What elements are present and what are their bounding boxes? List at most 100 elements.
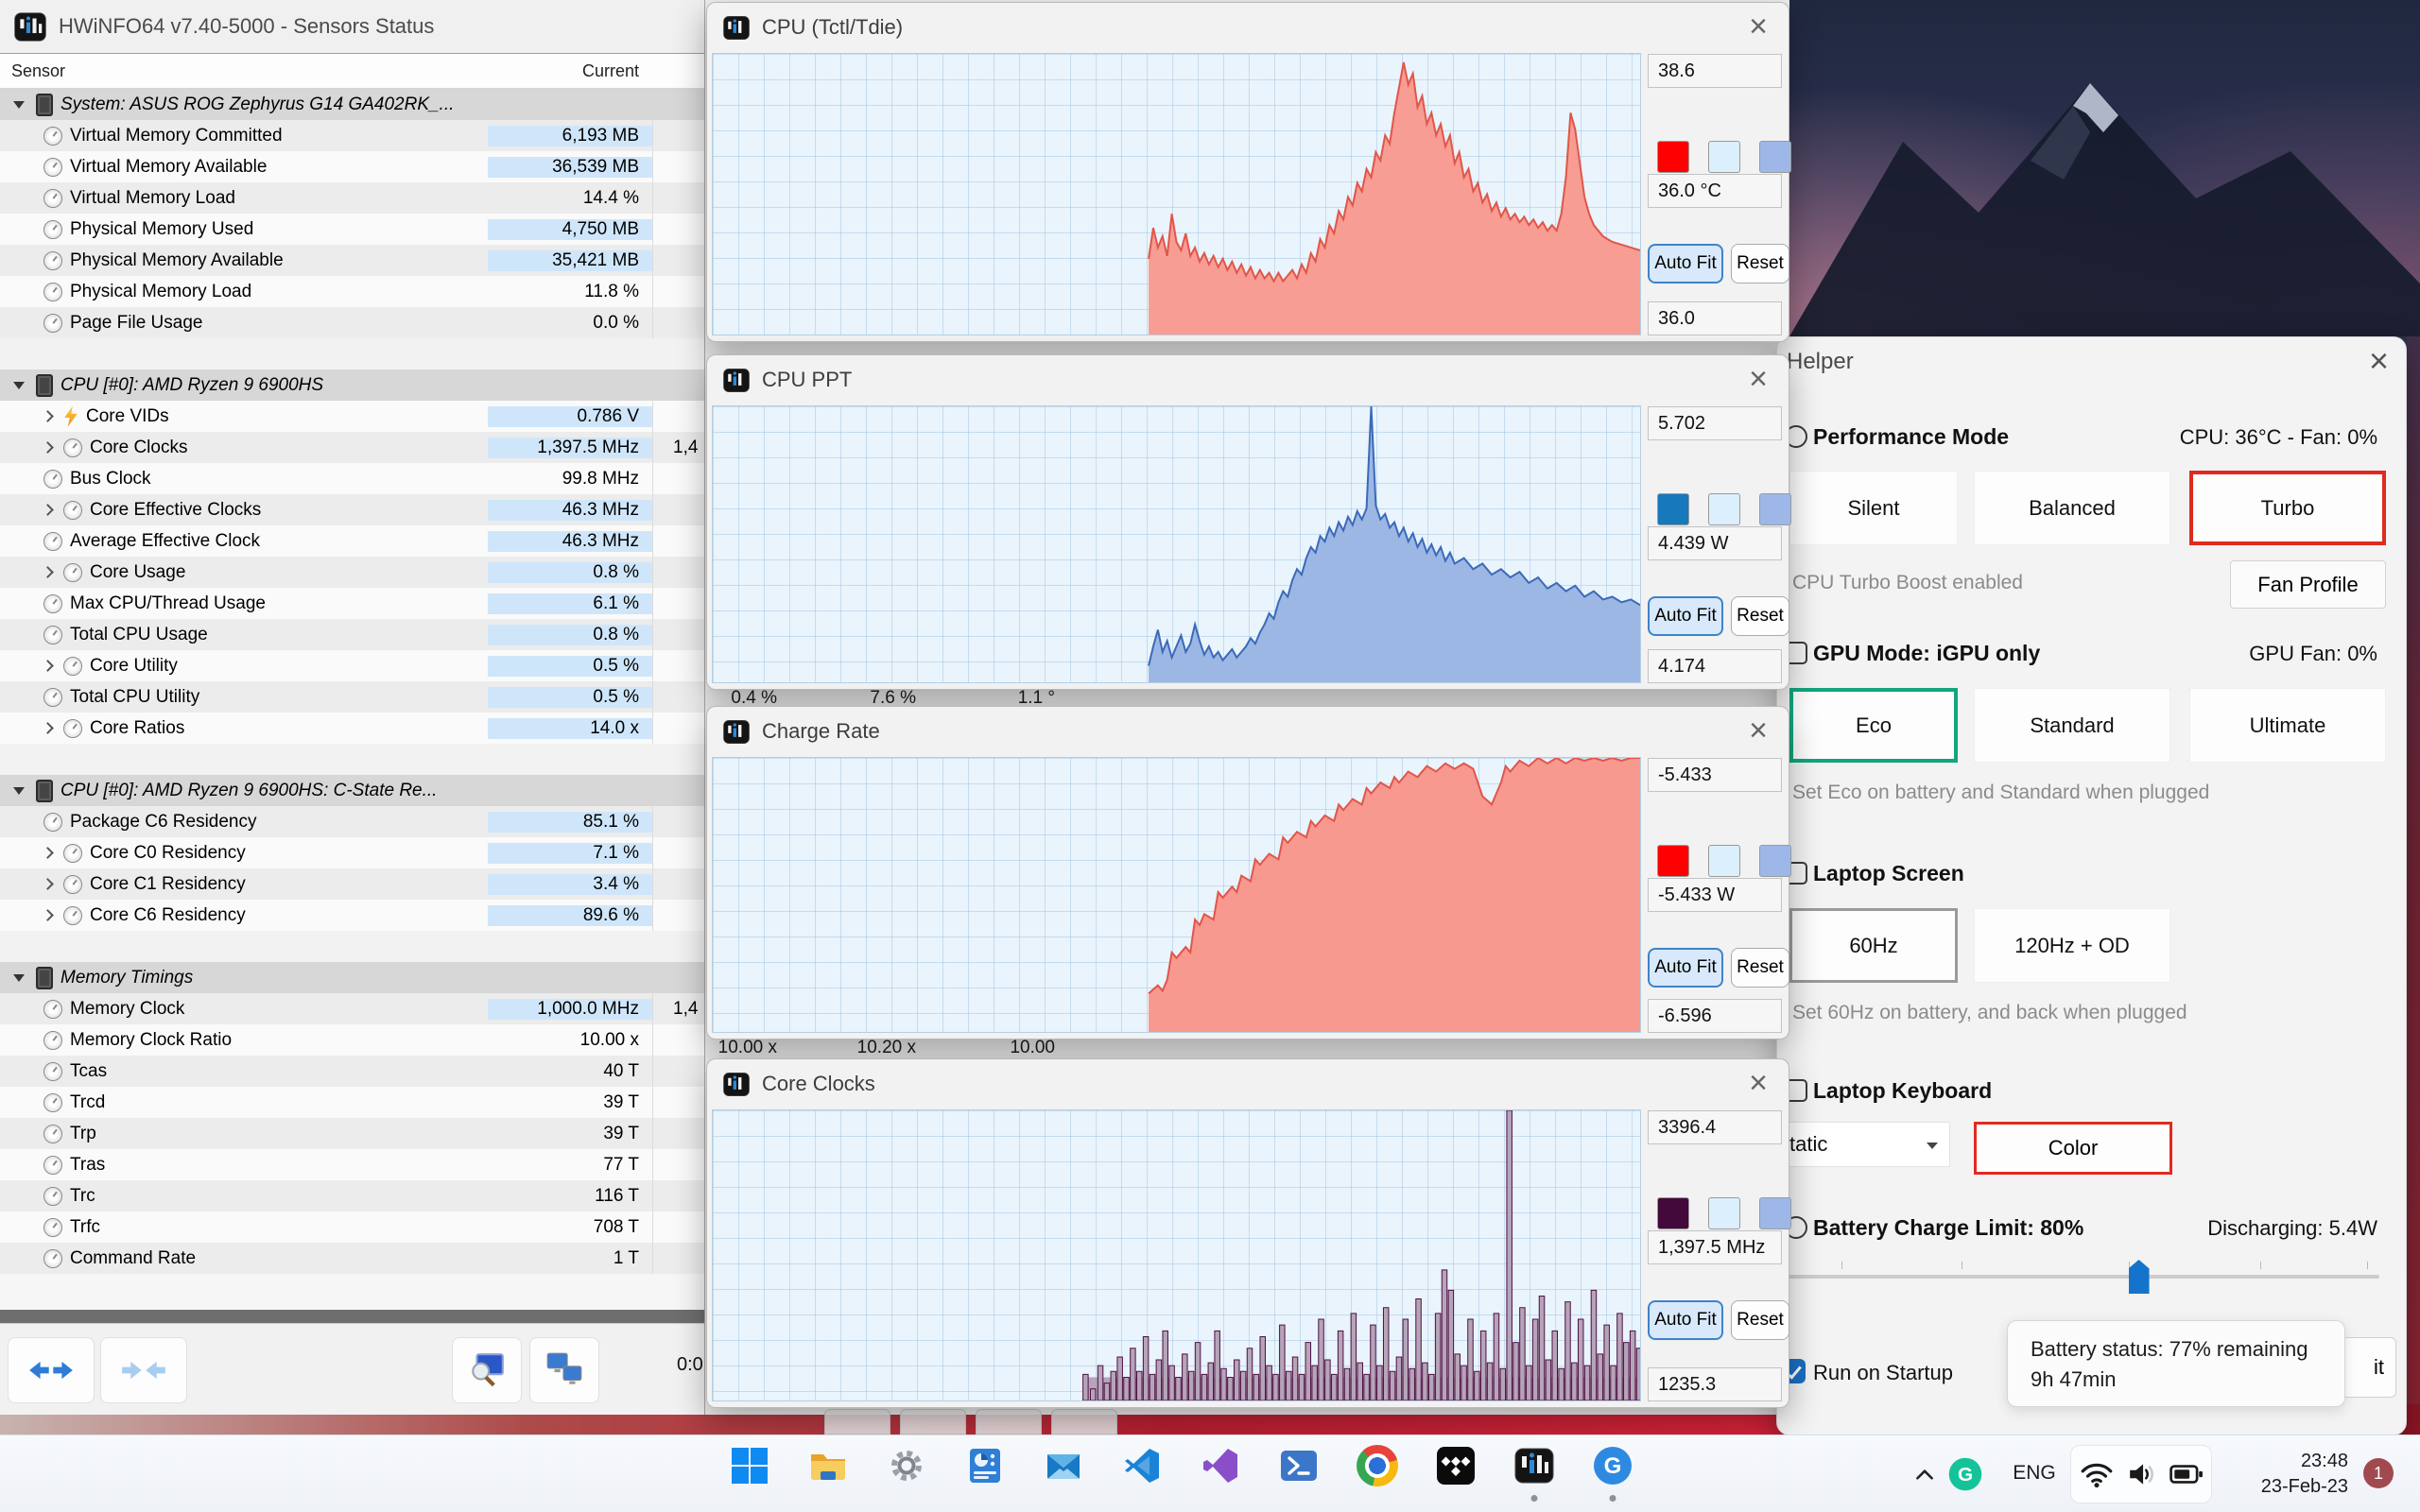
sensor-row[interactable]: Core Effective Clocks 46.3 MHz <box>0 494 704 525</box>
taskbar-icon-explorer[interactable] <box>797 1445 859 1503</box>
collapse-chevron-icon[interactable] <box>13 100 25 109</box>
sensor-row[interactable]: Tras 77 T <box>0 1149 704 1180</box>
collapse-chevron-icon[interactable] <box>13 786 25 795</box>
auto-fit-button[interactable]: Auto Fit <box>1648 948 1723 988</box>
sensor-row[interactable]: Total CPU Usage 0.8 % <box>0 619 704 650</box>
close-icon[interactable]: × <box>2369 341 2389 381</box>
sensor-row[interactable]: Core Usage 0.8 % <box>0 557 704 588</box>
collapse-chevron-icon[interactable] <box>13 973 25 982</box>
sensor-row[interactable]: Command Rate 1 T <box>0 1243 704 1274</box>
auto-fit-button[interactable]: Auto Fit <box>1648 1300 1723 1340</box>
battery-limit-slider[interactable] <box>1782 1260 2379 1294</box>
eco-gpu-button[interactable]: Eco <box>1789 688 1958 763</box>
sensor-section-row[interactable]: Memory Timings <box>0 962 704 993</box>
refresh-60hz-button[interactable]: 60Hz <box>1789 908 1958 983</box>
taskbar-icon-chrome[interactable] <box>1346 1445 1409 1503</box>
graph-titlebar[interactable]: Charge Rate <box>707 707 1789 756</box>
auto-fit-button[interactable]: Auto Fit <box>1648 596 1723 636</box>
background-color-swatch[interactable] <box>1708 1197 1740 1229</box>
notification-badge[interactable]: 1 <box>2363 1458 2394 1488</box>
background-color-swatch[interactable] <box>1708 493 1740 525</box>
tray-overflow-button[interactable] <box>1906 1456 1944 1494</box>
taskbar-icon-visual-studio[interactable] <box>1189 1445 1252 1503</box>
taskbar-icon-powershell[interactable] <box>1268 1445 1330 1503</box>
series-color-swatch[interactable] <box>1657 141 1689 173</box>
grid-color-swatch[interactable] <box>1759 141 1791 173</box>
standard-gpu-button[interactable]: Standard <box>1974 688 2170 763</box>
sensor-row[interactable]: Memory Clock 1,000.0 MHz <box>0 993 704 1024</box>
series-color-swatch[interactable] <box>1657 1197 1689 1229</box>
sensor-row[interactable]: Core Ratios 14.0 x <box>0 713 704 744</box>
sensor-row[interactable]: Core C0 Residency 7.1 % <box>0 837 704 868</box>
reset-button[interactable]: Reset <box>1731 1300 1789 1340</box>
remote-monitoring-button[interactable] <box>529 1337 599 1403</box>
sensor-row[interactable]: Average Effective Clock 46.3 MHz <box>0 525 704 557</box>
close-icon[interactable]: × <box>1749 713 1768 748</box>
sensor-row[interactable]: Physical Memory Used 4,750 MB <box>0 214 704 245</box>
taskbar-icon-vscode[interactable] <box>1111 1445 1173 1503</box>
hwinfo-titlebar[interactable]: HWiNFO64 v7.40-5000 - Sensors Status <box>0 0 704 54</box>
sensor-row[interactable]: Core C1 Residency 3.4 % <box>0 868 704 900</box>
reset-button[interactable]: Reset <box>1731 244 1789 284</box>
grid-color-swatch[interactable] <box>1759 1197 1791 1229</box>
sensor-row[interactable]: Package C6 Residency 85.1 % <box>0 806 704 837</box>
sensor-row[interactable]: Trc 116 T <box>0 1180 704 1211</box>
silent-mode-button[interactable]: Silent <box>1789 471 1958 545</box>
collapse-chevron-icon[interactable] <box>13 381 25 389</box>
taskbar-icon-g-helper[interactable]: G <box>1582 1445 1644 1503</box>
sensor-row[interactable]: Virtual Memory Load 14.4 % <box>0 182 704 214</box>
sensor-row[interactable]: Max CPU/Thread Usage 6.1 % <box>0 588 704 619</box>
refresh-120hz-button[interactable]: 120Hz + OD <box>1974 908 2170 983</box>
background-color-swatch[interactable] <box>1708 845 1740 877</box>
sensor-row[interactable]: Physical Memory Load 11.8 % <box>0 276 704 307</box>
expand-chevron-icon[interactable] <box>42 441 54 454</box>
system-summary-button[interactable] <box>452 1337 522 1403</box>
sensor-row[interactable]: Core Clocks 1,397.5 MHz <box>0 432 704 463</box>
expand-chevron-icon[interactable] <box>42 847 54 859</box>
close-icon[interactable]: × <box>1749 361 1768 397</box>
taskbar-icon-system-monitor[interactable] <box>954 1445 1016 1503</box>
expand-chevron-icon[interactable] <box>42 504 54 516</box>
series-color-swatch[interactable] <box>1657 493 1689 525</box>
graph-titlebar[interactable]: CPU PPT <box>707 355 1789 404</box>
taskbar-icon-hwinfo[interactable] <box>1503 1445 1565 1503</box>
sensor-row[interactable]: Trfc 708 T <box>0 1211 704 1243</box>
grid-color-swatch[interactable] <box>1759 845 1791 877</box>
column-header-current[interactable]: Current <box>488 61 652 81</box>
sensor-row[interactable]: Core Utility 0.5 % <box>0 650 704 681</box>
auto-fit-button[interactable]: Auto Fit <box>1648 244 1723 284</box>
quit-button-fragment[interactable]: it <box>2342 1337 2396 1398</box>
reset-button[interactable]: Reset <box>1731 948 1789 988</box>
expand-chevron-icon[interactable] <box>42 909 54 921</box>
sensor-row[interactable]: Total CPU Utility 0.5 % <box>0 681 704 713</box>
balanced-mode-button[interactable]: Balanced <box>1974 471 2170 545</box>
tray-quick-settings[interactable] <box>2070 1445 2212 1503</box>
taskbar-icon-mail[interactable] <box>1032 1445 1095 1503</box>
sensor-section-row[interactable]: System: ASUS ROG Zephyrus G14 GA402RK_..… <box>0 89 704 120</box>
grammarly-tray-icon[interactable]: G <box>1947 1456 1983 1492</box>
ultimate-gpu-button[interactable]: Ultimate <box>2189 688 2386 763</box>
collapse-columns-button[interactable] <box>100 1337 187 1403</box>
keyboard-color-button[interactable]: Color <box>1974 1122 2172 1175</box>
sensor-row[interactable]: Physical Memory Available 35,421 MB <box>0 245 704 276</box>
taskbar-icon-tidal[interactable] <box>1425 1445 1487 1503</box>
sensor-row[interactable]: Page File Usage 0.0 % <box>0 307 704 338</box>
sensor-row[interactable]: Core C6 Residency 89.6 % <box>0 900 704 931</box>
background-color-swatch[interactable] <box>1708 141 1740 173</box>
grid-color-swatch[interactable] <box>1759 493 1791 525</box>
reset-button[interactable]: Reset <box>1731 596 1789 636</box>
turbo-mode-button[interactable]: Turbo <box>2189 471 2386 545</box>
expand-chevron-icon[interactable] <box>42 878 54 890</box>
sensor-row[interactable]: Tcas 40 T <box>0 1056 704 1087</box>
expand-chevron-icon[interactable] <box>42 722 54 734</box>
keyboard-mode-dropdown[interactable]: tatic <box>1779 1122 1950 1167</box>
sensor-row[interactable]: Virtual Memory Committed 6,193 MB <box>0 120 704 151</box>
sensor-row[interactable]: Bus Clock 99.8 MHz <box>0 463 704 494</box>
expand-columns-button[interactable] <box>8 1337 95 1403</box>
close-icon[interactable]: × <box>1749 1065 1768 1101</box>
sensor-section-row[interactable]: CPU [#0]: AMD Ryzen 9 6900HS: C-State Re… <box>0 775 704 806</box>
tray-clock[interactable]: 23:48 23-Feb-23 <box>2261 1449 2348 1500</box>
sensor-row[interactable]: Virtual Memory Available 36,539 MB <box>0 151 704 182</box>
column-header-sensor[interactable]: Sensor <box>11 61 65 81</box>
close-icon[interactable]: × <box>1749 9 1768 44</box>
